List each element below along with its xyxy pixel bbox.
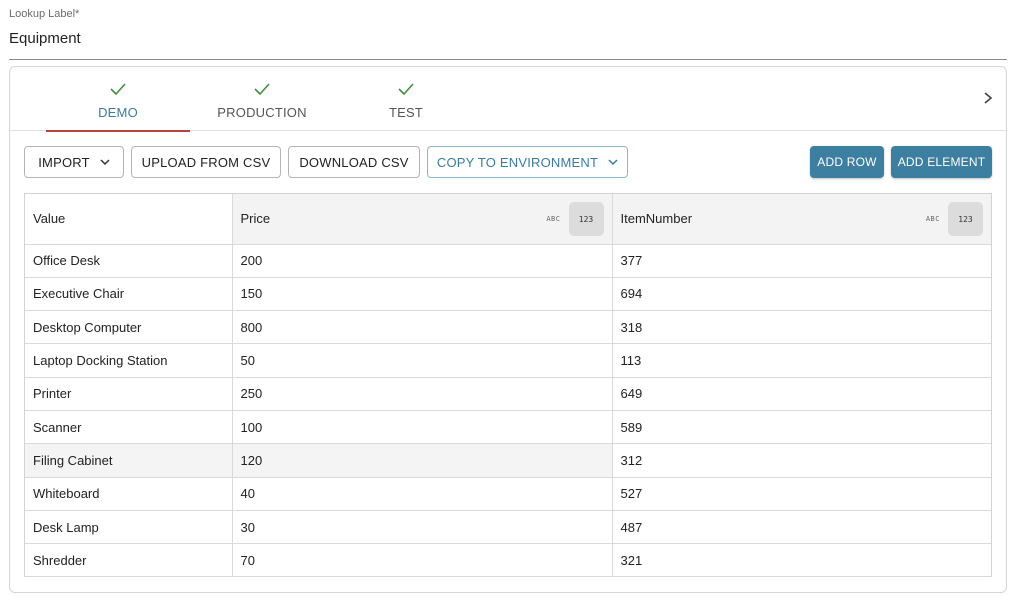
table-row: Scanner 100 589 (25, 410, 991, 445)
table-cell[interactable]: 589 (612, 410, 991, 445)
table-row: Executive Chair 150 694 (25, 277, 991, 312)
chevron-down-icon (608, 158, 618, 165)
add-row-button[interactable]: ADD ROW (810, 146, 884, 178)
table-row: Office Desk 200 377 (25, 244, 991, 278)
upload-from-csv-button[interactable]: UPLOAD FROM CSV (131, 146, 281, 178)
number-type-toggle[interactable]: 123 (568, 202, 604, 236)
table-header-row: Value Price ABC 123 ItemNumber ABC 123 (25, 194, 991, 245)
upload-button-label: UPLOAD FROM CSV (141, 154, 271, 170)
lookup-label-field[interactable]: Lookup Label* Equipment (9, 8, 1007, 60)
table-cell[interactable]: 120 (232, 443, 613, 478)
column-header-value[interactable]: Value (25, 194, 233, 245)
tab-production[interactable]: PRODUCTION (190, 67, 334, 131)
number-type-toggle[interactable]: 123 (948, 202, 983, 236)
table-cell[interactable]: Shredder (25, 543, 233, 578)
add-row-label: ADD ROW (817, 155, 877, 169)
tab-demo[interactable]: DEMO (46, 67, 190, 132)
table-cell[interactable]: 321 (612, 543, 991, 578)
add-element-label: ADD ELEMENT (897, 155, 986, 169)
table-cell[interactable]: Laptop Docking Station (25, 343, 233, 378)
table-cell[interactable]: 40 (232, 477, 613, 511)
table-cell[interactable]: 150 (232, 277, 613, 312)
lookup-table: Value Price ABC 123 ItemNumber ABC 123 O… (24, 193, 992, 578)
add-element-button[interactable]: ADD ELEMENT (891, 146, 992, 178)
text-type-toggle[interactable]: ABC (546, 215, 560, 223)
column-header-price[interactable]: Price ABC 123 (232, 194, 613, 245)
tab-test[interactable]: TEST (334, 67, 478, 131)
tab-label: DEMO (98, 105, 138, 120)
check-icon (110, 83, 126, 96)
table-cell[interactable]: 30 (232, 510, 613, 545)
table-cell[interactable]: Desk Lamp (25, 510, 233, 545)
table-cell[interactable]: 527 (612, 477, 991, 511)
table-cell[interactable]: Desktop Computer (25, 310, 233, 345)
toolbar: IMPORT UPLOAD FROM CSV DOWNLOAD CSV COPY… (24, 146, 994, 178)
check-icon (398, 83, 414, 96)
table-cell[interactable]: 318 (612, 310, 991, 345)
table-cell[interactable]: Scanner (25, 410, 233, 445)
environment-tabs: DEMO PRODUCTION TEST (10, 67, 1006, 132)
table-row: Filing Cabinet 120 312 (25, 443, 991, 478)
table-cell[interactable]: Office Desk (25, 244, 233, 278)
column-header-label: Value (33, 211, 66, 227)
table-cell[interactable]: 800 (232, 310, 613, 345)
table-cell[interactable]: 200 (232, 244, 613, 278)
table-row: Printer 250 649 (25, 377, 991, 411)
tab-label: TEST (388, 105, 424, 120)
lookup-label-input[interactable]: Equipment (9, 30, 1007, 48)
table-cell[interactable]: 312 (612, 443, 991, 478)
table-cell[interactable]: Filing Cabinet (25, 443, 233, 478)
table-cell[interactable]: 250 (232, 377, 613, 411)
chevron-down-icon (100, 158, 110, 165)
type-toggle: ABC 123 (926, 202, 983, 236)
text-type-toggle[interactable]: ABC (926, 215, 940, 223)
table-cell[interactable]: 487 (612, 510, 991, 545)
tab-label: PRODUCTION (217, 105, 307, 120)
table-row: Whiteboard 40 527 (25, 477, 991, 511)
download-csv-button[interactable]: DOWNLOAD CSV (288, 146, 420, 178)
download-button-label: DOWNLOAD CSV (299, 154, 409, 170)
import-button-label: IMPORT (38, 154, 90, 170)
lookup-label-underline (9, 59, 1007, 60)
column-header-label: ItemNumber (620, 211, 693, 227)
column-header-label: Price (240, 211, 271, 227)
table-cell[interactable]: 377 (612, 244, 991, 278)
lookup-label-caption: Lookup Label* (9, 8, 80, 20)
table-cell[interactable]: Printer (25, 377, 233, 411)
column-header-itemnumber[interactable]: ItemNumber ABC 123 (612, 194, 991, 245)
chevron-right-icon[interactable] (980, 89, 996, 107)
table-row: Desk Lamp 30 487 (25, 510, 991, 545)
check-icon (254, 83, 270, 96)
table-cell[interactable]: 649 (612, 377, 991, 411)
copy-to-environment-button[interactable]: COPY TO ENVIRONMENT (427, 146, 628, 178)
table-row: Shredder 70 321 (25, 543, 991, 578)
copy-button-label: COPY TO ENVIRONMENT (436, 154, 599, 170)
type-toggle: ABC 123 (546, 202, 604, 236)
import-button[interactable]: IMPORT (24, 146, 124, 178)
table-row: Desktop Computer 800 318 (25, 310, 991, 345)
table-row: Laptop Docking Station 50 113 (25, 343, 991, 378)
table-cell[interactable]: 100 (232, 410, 613, 445)
table-cell[interactable]: Whiteboard (25, 477, 233, 511)
table-cell[interactable]: 113 (612, 343, 991, 378)
table-cell[interactable]: Executive Chair (25, 277, 233, 312)
table-cell[interactable]: 694 (612, 277, 991, 312)
table-cell[interactable]: 50 (232, 343, 613, 378)
lookup-card: DEMO PRODUCTION TEST IMPORT UPLOAD FROM … (9, 66, 1007, 593)
table-cell[interactable]: 70 (232, 543, 613, 578)
